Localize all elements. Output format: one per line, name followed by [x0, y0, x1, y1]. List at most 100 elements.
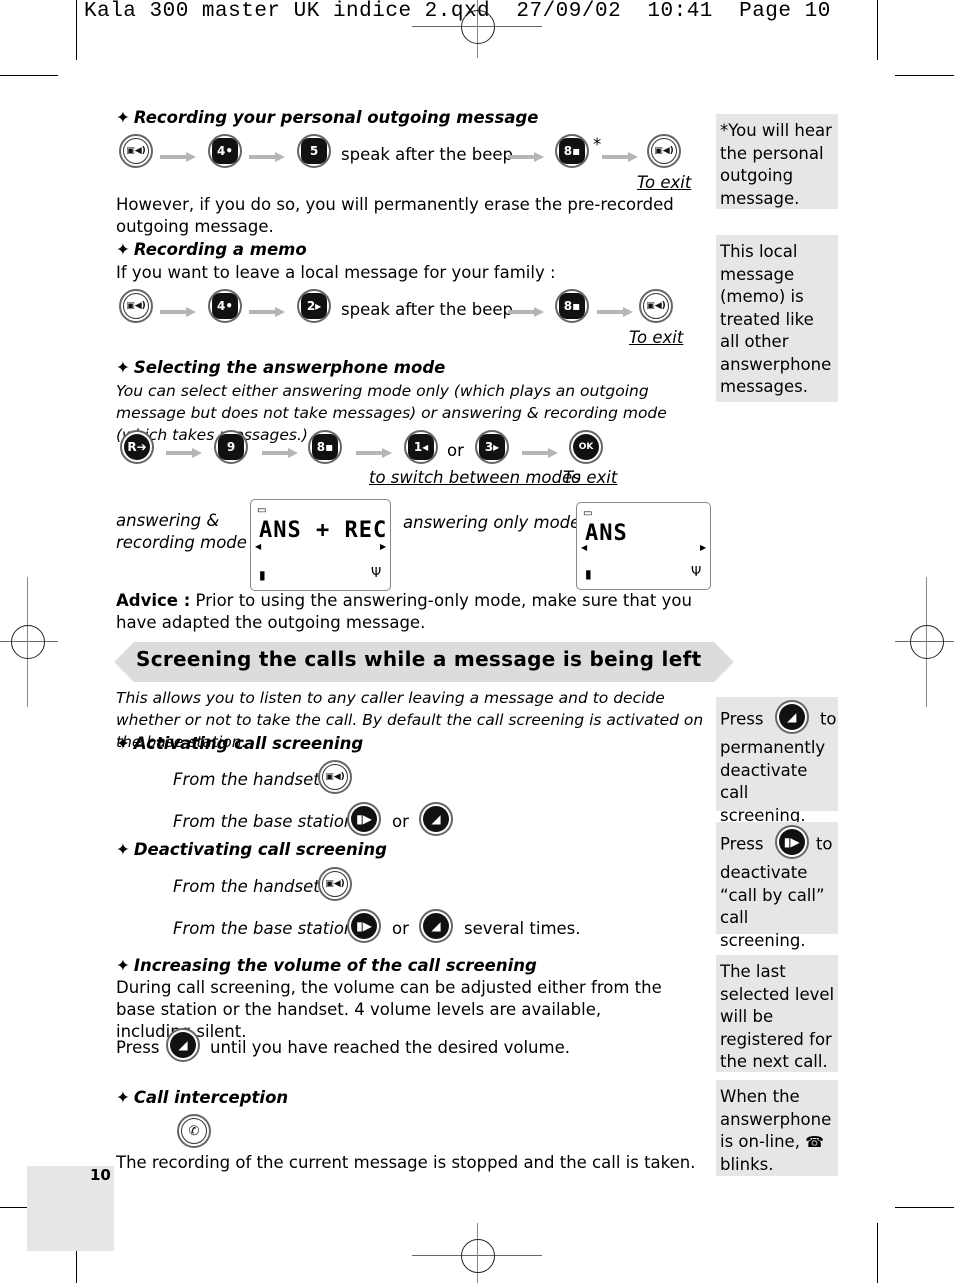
r-key-icon: R➔: [120, 430, 154, 464]
volume-key-icon: ◢: [419, 802, 453, 836]
side-note-outgoing: *You will hear the personal outgoing mes…: [716, 114, 838, 209]
key-8-icon: 8▪: [555, 289, 589, 323]
antenna-icon: Ψ: [371, 566, 382, 581]
from-base-label: From the base station :: [173, 919, 366, 938]
intercept-text: The recording of the current message is …: [116, 1153, 696, 1172]
diamond-bullet-icon: ✦: [116, 734, 130, 753]
heading-activate: ✦ Activating call screening: [116, 734, 364, 753]
right-arrow-icon: ▶: [700, 543, 707, 552]
side-note-call-by-call: Press ▮▶ to deactivate “call by call” ca…: [716, 822, 838, 950]
side-note-volume: The last selected level will be register…: [716, 955, 838, 1072]
banner-title: Screening the calls while a message is b…: [136, 647, 702, 671]
key-4-icon: 4•: [208, 289, 242, 323]
asterisk: *: [593, 135, 602, 154]
heading-intercept: ✦ Call interception: [116, 1088, 289, 1107]
left-arrow-icon: ◀: [255, 542, 262, 551]
volume-key-icon: ◢: [774, 700, 809, 734]
key-1-icon: 1◂: [404, 430, 438, 464]
heading-memo: ✦ Recording a memo: [116, 240, 307, 259]
crop-mark: [895, 1207, 954, 1208]
side-note-memo: This local message (memo) is treated lik…: [716, 235, 838, 402]
key-4-icon: 4•: [208, 134, 242, 168]
heading-deactivate: ✦ Deactivating call screening: [116, 840, 387, 859]
key-5-icon: 5: [297, 134, 331, 168]
from-handset-label: From the handset :: [173, 770, 331, 789]
from-handset-label: From the handset :: [173, 877, 331, 896]
antenna-icon: Ψ: [691, 565, 702, 580]
play-key-icon: ▮▶: [774, 825, 809, 859]
section-banner: Screening the calls while a message is b…: [114, 642, 734, 682]
or-label: or: [447, 441, 464, 460]
diamond-bullet-icon: ✦: [116, 1088, 130, 1107]
volume-key-icon: ◢: [419, 909, 453, 943]
play-key-icon: ▮▶: [347, 909, 381, 943]
ok-key-icon: OK: [569, 430, 603, 464]
crop-mark: [877, 0, 878, 60]
diamond-bullet-icon: ✦: [116, 840, 130, 859]
lcd-answering-recording: ▭ ANS + REC ◀ ▶ ▮ Ψ: [250, 499, 391, 591]
file-slug: Kala 300 master UK indice 2.qxd 27/09/02…: [84, 0, 831, 23]
lcd-display-text: ANS: [585, 521, 628, 546]
answerphone-key-icon: ▣◀): [318, 760, 352, 794]
heading-mode: ✦ Selecting the answerphone mode: [116, 358, 446, 377]
memo-intro: If you want to leave a local message for…: [116, 263, 556, 282]
or-label: or: [392, 919, 409, 938]
crop-mark: [877, 1223, 878, 1283]
answerphone-key-icon: ▣◀): [119, 134, 153, 168]
arrow-icon: [508, 302, 544, 317]
diamond-bullet-icon: ✦: [116, 240, 130, 259]
key-8-icon: 8▪: [308, 430, 342, 464]
tape-icon: ▭: [583, 508, 593, 519]
arrow-icon: [522, 443, 558, 458]
outgoing-note: However, if you do so, you will permanen…: [116, 195, 674, 236]
arrow-icon: [356, 443, 392, 458]
diamond-bullet-icon: ✦: [116, 358, 130, 377]
arrow-icon: [602, 147, 638, 162]
heading-volume: ✦ Increasing the volume of the call scree…: [116, 956, 537, 975]
diamond-bullet-icon: ✦: [116, 956, 130, 975]
several-times-label: several times.: [464, 919, 581, 938]
key-3-icon: 3▸: [475, 430, 509, 464]
crop-mark: [895, 75, 954, 76]
switch-modes-label: to switch between modes: [369, 468, 581, 487]
play-key-icon: ▮▶: [347, 802, 381, 836]
battery-icon: ▮: [259, 568, 266, 582]
answerphone-key-icon: ▣◀): [119, 289, 153, 323]
diamond-bullet-icon: ✦: [116, 108, 130, 127]
advice: Advice : Prior to using the answering-on…: [116, 591, 692, 632]
arrow-icon: [249, 302, 285, 317]
answerphone-key-icon: ▣◀): [639, 289, 673, 323]
key-9-icon: 9: [214, 430, 248, 464]
from-base-label: From the base station :: [173, 812, 366, 831]
to-exit-label: To exit: [563, 468, 618, 487]
key-8-icon: 8▪: [555, 134, 589, 168]
answerphone-key-icon: ▣◀): [647, 134, 681, 168]
arrow-icon: [508, 147, 544, 162]
volume-text: During call screening, the volume can be…: [116, 978, 662, 1041]
side-note-online: When the answerphone is on-line, ☎ blink…: [716, 1080, 838, 1176]
arrow-icon: [597, 302, 633, 317]
tape-icon: ▭: [257, 505, 267, 516]
left-arrow-icon: ◀: [581, 543, 588, 552]
mode1-label: answering & recording mode: [116, 511, 247, 552]
battery-icon: ▮: [585, 567, 592, 581]
lcd-answering-only: ▭ ANS ◀ ▶ ▮ Ψ: [576, 502, 711, 590]
lcd-display-text: ANS + REC: [259, 518, 388, 543]
arrow-icon: [249, 147, 285, 162]
press-label: Press: [116, 1038, 160, 1057]
handset-icon: ☎: [805, 1133, 824, 1151]
to-exit-label: To exit: [637, 173, 692, 192]
right-arrow-icon: ▶: [380, 542, 387, 551]
crop-mark: [0, 75, 58, 76]
key-2-icon: 2▸: [297, 289, 331, 323]
or-label: or: [392, 812, 409, 831]
mode2-label: answering only mode: [403, 513, 581, 532]
speak-instruction: speak after the beep: [341, 300, 513, 319]
page-number: 10: [90, 1166, 111, 1184]
heading-outgoing: ✦ Recording your personal outgoing messag…: [116, 108, 539, 127]
speak-instruction: speak after the beep: [341, 145, 513, 164]
arrow-icon: [160, 302, 196, 317]
answerphone-key-icon: ▣◀): [318, 867, 352, 901]
crop-mark: [76, 0, 77, 60]
to-exit-label: To exit: [629, 328, 684, 347]
